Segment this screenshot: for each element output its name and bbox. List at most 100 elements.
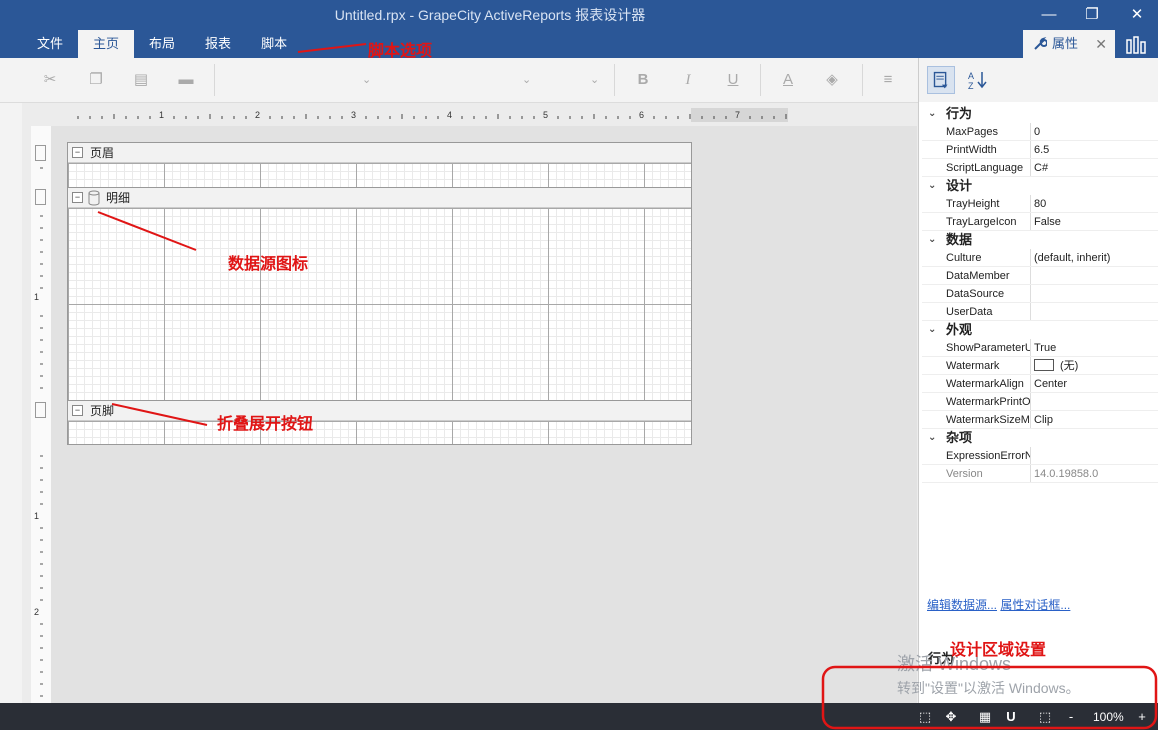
- tab-home[interactable]: 主页: [78, 30, 135, 58]
- category-misc[interactable]: ⌄ 杂项: [922, 429, 1158, 447]
- zoom-in-button[interactable]: +: [1134, 709, 1150, 725]
- toolbar-separator: [760, 64, 761, 96]
- hruler-label: 2: [255, 110, 261, 120]
- report-canvas[interactable]: − 页眉 − 明细 − 页脚: [67, 142, 692, 445]
- property-row[interactable]: ShowParameterU True: [922, 339, 1158, 357]
- detail-band[interactable]: − 明细: [68, 188, 691, 208]
- chevron-down-icon[interactable]: ⌄: [928, 321, 936, 339]
- fit-page-icon[interactable]: ⬚: [1037, 709, 1053, 725]
- panels-icon[interactable]: [1126, 36, 1146, 54]
- property-row[interactable]: Culture (default, inherit): [922, 249, 1158, 267]
- property-links: 编辑数据源... 属性对话框...: [927, 596, 1070, 613]
- pan-icon[interactable]: ✥: [943, 709, 959, 725]
- edit-datasource-link[interactable]: 编辑数据源...: [927, 598, 997, 612]
- fill-color-icon[interactable]: ◈: [822, 70, 842, 90]
- property-row[interactable]: Version 14.0.19858.0: [922, 465, 1158, 483]
- chevron-down-icon[interactable]: ⌄: [928, 177, 936, 195]
- property-row[interactable]: UserData: [922, 303, 1158, 321]
- tab-script[interactable]: 脚本: [246, 30, 302, 58]
- vruler-label: 1: [34, 511, 40, 521]
- property-row[interactable]: TrayHeight 80: [922, 195, 1158, 213]
- ribbon-tabs: 文件 主页 布局 报表 脚本: [22, 30, 302, 58]
- page-header-band[interactable]: − 页眉: [68, 143, 691, 163]
- property-row[interactable]: WatermarkAlign Center: [922, 375, 1158, 393]
- italic-icon[interactable]: I: [678, 70, 698, 90]
- close-panel-icon[interactable]: ✕: [1095, 30, 1107, 58]
- properties-toolbar: A Z: [919, 58, 1158, 102]
- chevron-down-icon[interactable]: ⌄: [928, 231, 936, 249]
- zoom-level: 100%: [1093, 710, 1124, 724]
- font-size-dropdown-chevron-icon[interactable]: ⌄: [522, 73, 531, 86]
- copy-icon[interactable]: ❐: [86, 70, 106, 90]
- tab-layout[interactable]: 布局: [134, 30, 190, 58]
- zoom-out-button[interactable]: -: [1063, 709, 1079, 725]
- page-footer-area[interactable]: [68, 421, 691, 444]
- property-row[interactable]: PrintWidth 6.5: [922, 141, 1158, 159]
- page-header-area[interactable]: [68, 163, 691, 187]
- collapse-toggle-button[interactable]: −: [72, 405, 83, 416]
- detail-area[interactable]: [68, 208, 691, 400]
- property-row[interactable]: DataSource: [922, 285, 1158, 303]
- window-title: Untitled.rpx - GrapeCity ActiveReports 报…: [334, 7, 646, 23]
- hruler-label: 6: [639, 110, 645, 120]
- category-data[interactable]: ⌄ 数据: [922, 231, 1158, 249]
- left-panel-strip: [0, 103, 22, 703]
- category-appearance[interactable]: ⌄ 外观: [922, 321, 1158, 339]
- datasource-icon[interactable]: [87, 190, 101, 206]
- band-resize-handle[interactable]: [35, 189, 46, 205]
- property-row[interactable]: WatermarkSizeM Clip: [922, 411, 1158, 429]
- grid-icon[interactable]: ▦: [977, 709, 993, 725]
- property-grid: ⌄ 行为 MaxPages 0 PrintWidth 6.5 ScriptLangua…: [922, 105, 1158, 483]
- page-footer-band[interactable]: − 页脚: [68, 401, 691, 421]
- collapse-toggle-button[interactable]: −: [72, 192, 83, 203]
- tab-report[interactable]: 报表: [190, 30, 246, 58]
- toolbar-separator: [214, 64, 215, 96]
- band-label: 明细: [106, 191, 131, 205]
- property-row[interactable]: DataMember: [922, 267, 1158, 285]
- delete-icon[interactable]: ▬: [176, 70, 196, 90]
- toolbar-separator: [862, 64, 863, 96]
- title-bar: Untitled.rpx - GrapeCity ActiveReports 报…: [0, 0, 1158, 58]
- toolbar-separator: [614, 64, 615, 96]
- categorized-view-icon[interactable]: [927, 66, 955, 94]
- select-mode-icon[interactable]: ⬚: [917, 709, 933, 725]
- svg-text:A: A: [968, 71, 974, 81]
- category-design[interactable]: ⌄ 设计: [922, 177, 1158, 195]
- close-icon[interactable]: ✕: [1125, 5, 1149, 25]
- alphabetical-sort-icon[interactable]: A Z: [967, 70, 991, 90]
- property-row[interactable]: WatermarkPrintO: [922, 393, 1158, 411]
- vruler-label: 1: [34, 292, 40, 302]
- property-row[interactable]: ExpressionErrorN: [922, 447, 1158, 465]
- font-color-icon[interactable]: A: [778, 70, 798, 90]
- chevron-down-icon[interactable]: ⌄: [928, 105, 936, 123]
- cut-icon[interactable]: ✂: [40, 70, 60, 90]
- vruler-label: 2: [34, 607, 40, 617]
- style-dropdown-chevron-icon[interactable]: ⌄: [590, 73, 599, 86]
- wrench-icon: [1034, 37, 1047, 50]
- band-resize-handle[interactable]: [35, 145, 46, 161]
- minimize-icon[interactable]: —: [1037, 5, 1061, 25]
- chevron-down-icon[interactable]: ⌄: [928, 429, 936, 447]
- toolbar: ✂ ❐ ▤ ▬ ⌄ ⌄ ⌄ B I U A ◈ ≡: [0, 58, 918, 103]
- property-row[interactable]: Watermark (无): [922, 357, 1158, 375]
- properties-tab[interactable]: 属性 ✕: [1023, 30, 1115, 58]
- snap-magnet-icon[interactable]: U: [1003, 709, 1019, 725]
- tab-file[interactable]: 文件: [22, 30, 78, 58]
- property-row[interactable]: TrayLargeIcon False: [922, 213, 1158, 231]
- underline-icon[interactable]: U: [723, 70, 743, 90]
- property-row[interactable]: MaxPages 0: [922, 123, 1158, 141]
- align-left-icon[interactable]: ≡: [878, 70, 898, 90]
- restore-icon[interactable]: ❐: [1080, 5, 1104, 25]
- band-resize-handle[interactable]: [35, 402, 46, 418]
- hruler-label: 3: [351, 110, 357, 120]
- paste-icon[interactable]: ▤: [131, 70, 151, 90]
- annotation-collapse-button: 折叠展开按钮: [217, 416, 314, 433]
- svg-text:Z: Z: [968, 81, 974, 90]
- category-behavior[interactable]: ⌄ 行为: [922, 105, 1158, 123]
- property-row[interactable]: ScriptLanguage C#: [922, 159, 1158, 177]
- font-name-dropdown-chevron-icon[interactable]: ⌄: [362, 73, 371, 86]
- collapse-toggle-button[interactable]: −: [72, 147, 83, 158]
- hruler-label: 1: [159, 110, 165, 120]
- bold-icon[interactable]: B: [633, 70, 653, 90]
- property-dialog-link[interactable]: 属性对话框...: [1000, 598, 1070, 612]
